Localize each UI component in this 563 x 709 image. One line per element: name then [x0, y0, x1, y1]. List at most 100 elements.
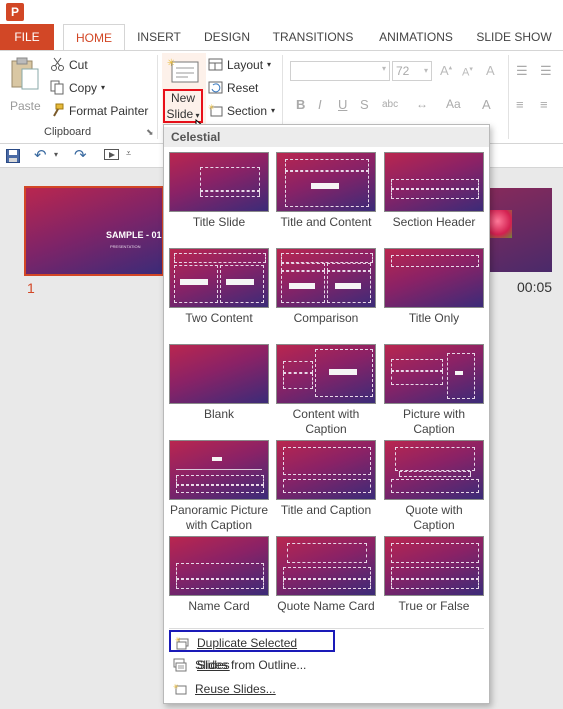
clipboard-group-label: Clipboard — [44, 126, 92, 138]
shrink-font-icon[interactable]: A▾ — [462, 65, 473, 79]
grow-font-icon[interactable]: A▴ — [440, 63, 452, 78]
layout-thumbnail — [169, 344, 269, 404]
reuse-slides-label: Reuse Slides... — [195, 682, 276, 696]
layout-label: Quote Name Card — [277, 599, 375, 613]
layout-panoramic-picture-with-caption[interactable]: Panoramic Picture with Caption — [169, 440, 269, 533]
underline-button[interactable]: U — [338, 97, 347, 112]
new-slide-label-text: Slide — [166, 107, 194, 121]
font-name-dropdown-icon: ▾ — [381, 64, 386, 73]
shadow-button[interactable]: abc — [382, 99, 398, 110]
customize-qat-icon[interactable]: ⩡ — [126, 148, 131, 159]
slides-from-outline-item[interactable]: Slides from Outline... — [169, 654, 469, 676]
menu-separator — [169, 628, 484, 629]
align-center-icon[interactable]: ≡ — [540, 97, 548, 112]
save-icon[interactable] — [6, 149, 20, 163]
layout-two-content[interactable]: Two Content — [169, 248, 269, 326]
slide-number: 1 — [27, 280, 35, 296]
layout-title-only[interactable]: Title Only — [384, 248, 484, 326]
paste-label: Paste — [10, 99, 41, 113]
cut-label: Cut — [69, 57, 88, 72]
layout-label: Picture with Caption — [402, 407, 466, 436]
reset-button[interactable]: Reset — [208, 80, 258, 95]
duplicate-selected-slides-item[interactable]: ✳ Duplicate Selected Slides — [169, 630, 335, 672]
layout-content-with-caption[interactable]: Content with Caption — [276, 344, 376, 437]
svg-text:✳: ✳ — [208, 103, 215, 112]
tab-transitions[interactable]: TRANSITIONS — [266, 24, 360, 50]
clear-formatting-icon[interactable]: A — [486, 63, 495, 78]
start-from-beginning-icon[interactable] — [104, 149, 120, 163]
svg-text:✳: ✳ — [167, 58, 175, 69]
title-bar: P — [0, 0, 563, 24]
slides-from-outline-icon — [173, 658, 187, 672]
layout-thumbnail — [169, 152, 269, 212]
group-divider — [508, 55, 509, 139]
svg-text:✳: ✳ — [173, 683, 179, 691]
layout-label: True or False — [398, 599, 470, 613]
reuse-slides-item[interactable]: ✳ Reuse Slides... — [169, 678, 469, 700]
layout-name-card[interactable]: Name Card — [169, 536, 269, 614]
new-slide-icon: ✳ — [167, 58, 199, 83]
bullets-icon[interactable]: ☰ — [516, 63, 528, 79]
powerpoint-app-icon[interactable]: P — [6, 3, 24, 21]
tab-file[interactable]: FILE — [0, 24, 54, 50]
font-name-box[interactable]: ▾ — [290, 61, 390, 81]
align-left-icon[interactable]: ≡ — [516, 97, 524, 112]
cut-button[interactable]: Cut — [50, 57, 88, 72]
layout-label: Blank — [203, 407, 235, 421]
new-slide-label-1: New — [170, 91, 195, 105]
font-color-button[interactable]: A — [482, 97, 491, 112]
strikethrough-button[interactable]: S — [360, 97, 369, 112]
layout-comparison[interactable]: Comparison — [276, 248, 376, 326]
tab-slide-show[interactable]: SLIDE SHOW — [470, 24, 558, 50]
layout-quote-with-caption[interactable]: Quote with Caption — [384, 440, 484, 533]
paste-button[interactable]: Paste — [6, 57, 44, 117]
slide-thumbnail-1[interactable]: SAMPLE - 01 PRESENTATION — [24, 186, 164, 276]
layout-blank[interactable]: Blank — [169, 344, 269, 422]
font-size-dropdown-icon: ▾ — [423, 66, 428, 75]
undo-icon[interactable]: ↶ — [34, 146, 47, 164]
bold-button[interactable]: B — [296, 97, 305, 112]
copy-button[interactable]: Copy ▾ — [50, 80, 105, 95]
paste-icon — [11, 57, 39, 90]
tab-animations[interactable]: ANIMATIONS — [370, 24, 462, 50]
layout-thumbnail — [384, 344, 484, 404]
layout-thumbnail — [276, 248, 376, 308]
section-icon: ✳ — [208, 103, 223, 117]
layout-label: Comparison — [293, 311, 359, 325]
layout-label: Title Only — [408, 311, 460, 325]
tab-home[interactable]: HOME — [63, 24, 125, 50]
layout-button[interactable]: Layout ▾ — [208, 57, 271, 72]
slides-from-outline-label: Slides from Outline... — [195, 658, 307, 672]
format-painter-button[interactable]: Format Painter — [50, 103, 148, 118]
undo-dropdown-icon[interactable]: ▾ — [54, 150, 58, 159]
change-case-icon[interactable]: Aa — [446, 97, 461, 111]
layout-section-header[interactable]: Section Header — [384, 152, 484, 230]
redo-icon[interactable]: ↷ — [74, 146, 87, 164]
new-slide-button[interactable]: ✳ New Slide ▾ — [162, 53, 206, 125]
italic-button[interactable]: I — [318, 97, 322, 112]
tab-design[interactable]: DESIGN — [196, 24, 258, 50]
tab-insert[interactable]: INSERT — [130, 24, 188, 50]
clipboard-dialog-launcher-icon[interactable]: ⬊ — [146, 127, 154, 138]
section-button[interactable]: ✳ Section ▾ — [208, 103, 275, 118]
format-painter-label: Format Painter — [69, 103, 149, 118]
layout-thumbnail — [384, 440, 484, 500]
layout-true-or-false[interactable]: True or False — [384, 536, 484, 614]
numbering-icon[interactable]: ☰ — [540, 63, 552, 79]
font-size-box[interactable]: 72 ▾ — [392, 61, 432, 81]
layout-quote-name-card[interactable]: Quote Name Card — [276, 536, 376, 614]
layout-label: Title Slide — [192, 215, 246, 229]
layout-title-and-content[interactable]: Title and Content — [276, 152, 376, 230]
layout-thumbnail — [276, 440, 376, 500]
copy-dropdown-arrow-icon[interactable]: ▾ — [101, 83, 105, 92]
layout-picture-with-caption[interactable]: Picture with Caption — [384, 344, 484, 437]
layout-thumbnail — [276, 152, 376, 212]
flower-image — [488, 210, 512, 238]
font-size-value: 72 — [396, 64, 410, 78]
layout-title-and-caption[interactable]: Title and Caption — [276, 440, 376, 518]
slide-thumbnail-subtitle: PRESENTATION — [110, 244, 141, 249]
layout-title-slide[interactable]: Title Slide — [169, 152, 269, 230]
character-spacing-icon[interactable]: ↔ — [416, 97, 428, 111]
copy-icon — [50, 80, 64, 95]
layout-thumbnail — [384, 248, 484, 308]
